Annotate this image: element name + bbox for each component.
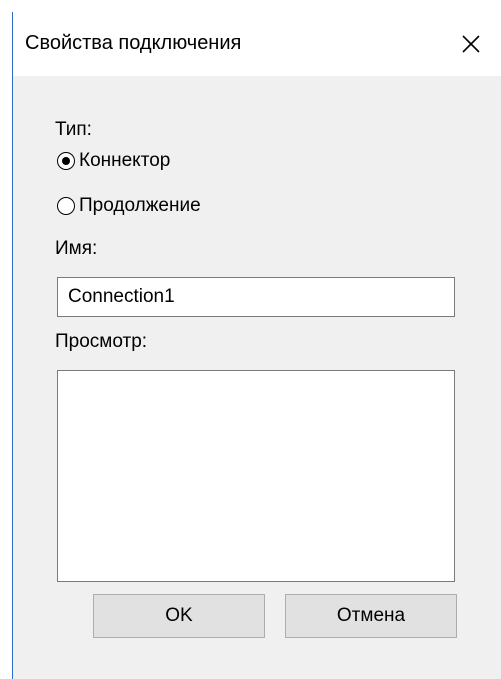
radio-checked-icon[interactable] — [57, 152, 75, 170]
radio-connector[interactable]: Коннектор — [57, 148, 170, 174]
radio-connector-label[interactable]: Коннектор — [79, 149, 170, 173]
radio-continuation-label[interactable]: Продолжение — [79, 194, 201, 218]
name-input[interactable] — [57, 277, 455, 317]
close-icon — [462, 35, 480, 53]
radio-unchecked-icon[interactable] — [57, 197, 75, 215]
close-button[interactable] — [441, 12, 501, 76]
dialog-title: Свойства подключения — [25, 32, 242, 54]
radio-continuation[interactable]: Продолжение — [57, 193, 201, 219]
preview-box — [57, 370, 455, 582]
type-label: Тип: — [55, 119, 92, 140]
title-bar: Свойства подключения — [13, 12, 501, 76]
preview-label: Просмотр: — [55, 331, 148, 352]
name-label: Имя: — [55, 238, 98, 259]
cancel-button[interactable]: Отмена — [285, 594, 457, 638]
ok-button[interactable]: OK — [93, 594, 265, 638]
connection-properties-dialog: Свойства подключения Тип: Коннектор Прод… — [12, 12, 501, 679]
